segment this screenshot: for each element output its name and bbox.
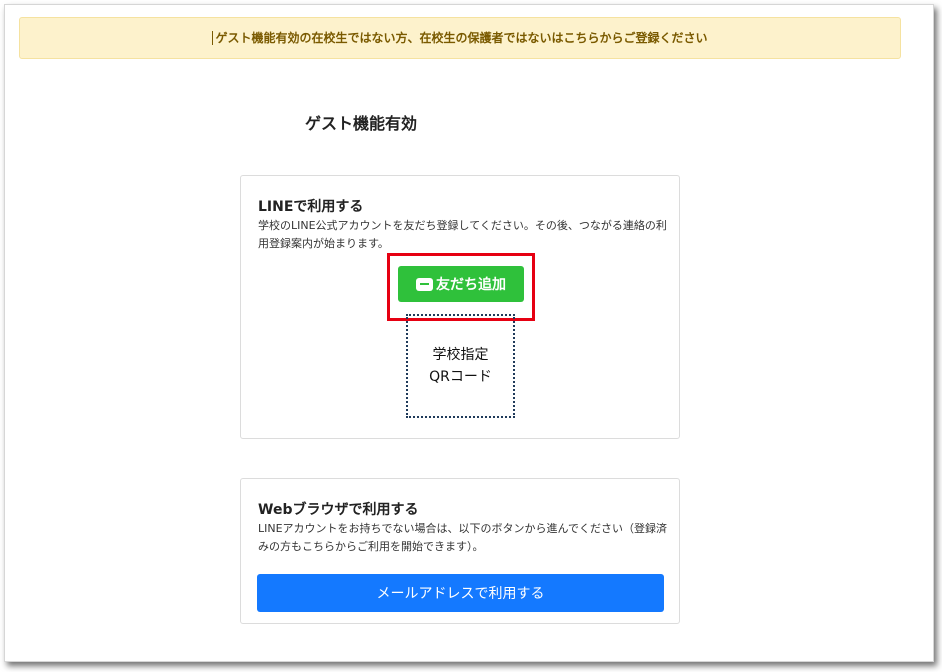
add-friend-button[interactable]: 友だち追加 [398, 266, 524, 302]
notice-text[interactable]: ゲスト機能有効の在校生ではない方、在校生の保護者ではないはこちらからご登録くださ… [212, 31, 708, 45]
guest-registration-notice[interactable]: ゲスト機能有効の在校生ではない方、在校生の保護者ではないはこちらからご登録くださ… [19, 17, 901, 59]
email-signup-button[interactable]: メールアドレスで利用する [257, 574, 664, 612]
web-card-description: LINEアカウントをお持ちでない場合は、以下のボタンから進んでください（登録済み… [258, 522, 667, 553]
line-card-title: LINEで利用する [258, 199, 364, 215]
line-chat-icon [416, 277, 433, 291]
line-card-description: 学校のLINE公式アカウントを友だち登録してください。その後、つながる連絡の利用… [258, 219, 667, 250]
qr-code-placeholder: 学校指定 QRコード [406, 314, 515, 418]
qr-label-line2: QRコード [429, 369, 492, 385]
line-card: LINEで利用する 学校のLINE公式アカウントを友だち登録してください。その後… [240, 175, 680, 439]
qr-label-line1: 学校指定 [432, 347, 489, 363]
web-card-title: Webブラウザで利用する [258, 502, 419, 518]
web-card: Webブラウザで利用する LINEアカウントをお持ちでない場合は、以下のボタンか… [240, 478, 680, 624]
page-frame: ゲスト機能有効の在校生ではない方、在校生の保護者ではないはこちらからご登録くださ… [4, 4, 934, 662]
page-title: ゲスト機能有効 [305, 114, 418, 133]
add-friend-label: 友だち追加 [436, 277, 506, 293]
